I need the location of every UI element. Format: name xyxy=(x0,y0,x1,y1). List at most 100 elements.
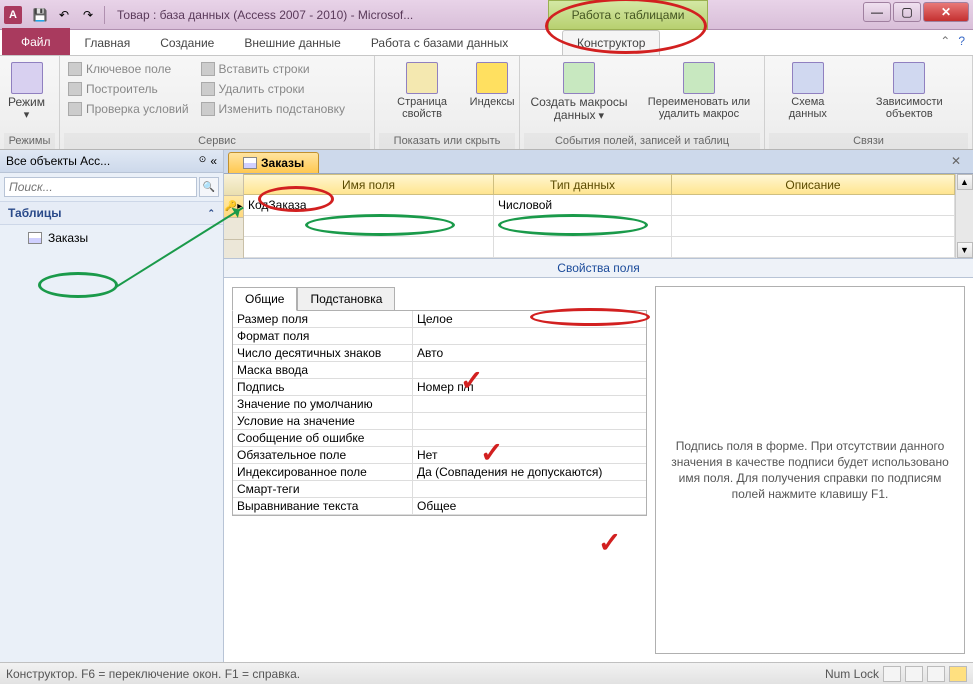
field-properties-header: Свойства поля xyxy=(224,258,973,278)
document-close-button[interactable]: ✕ xyxy=(951,154,965,168)
close-button[interactable]: ✕ xyxy=(923,2,969,22)
property-row[interactable]: Маска ввода xyxy=(233,362,646,379)
group-label-events: События полей, записей и таблиц xyxy=(524,133,760,149)
document-tab-orders[interactable]: Заказы xyxy=(228,152,319,173)
qat-redo-icon[interactable]: ↷ xyxy=(78,5,98,25)
maximize-button[interactable]: ▢ xyxy=(893,2,921,22)
property-row[interactable]: Размер поляЦелое xyxy=(233,311,646,328)
property-sheet-button[interactable]: Страница свойств xyxy=(379,60,465,122)
insert-rows-button[interactable]: Вставить строки xyxy=(197,60,349,78)
scroll-up-button[interactable]: ▲ xyxy=(957,174,973,190)
nav-header[interactable]: Все объекты Acc... ⊙ « xyxy=(0,150,223,173)
property-value[interactable]: Общее xyxy=(413,498,646,514)
column-header-type[interactable]: Тип данных xyxy=(494,174,672,195)
vertical-scrollbar[interactable]: ▲ ▼ xyxy=(955,174,973,258)
field-type-cell[interactable] xyxy=(494,216,672,237)
indexes-button[interactable]: Индексы xyxy=(469,60,515,110)
property-value[interactable] xyxy=(413,362,646,378)
nav-item-orders[interactable]: Заказы xyxy=(0,225,223,251)
property-row[interactable]: Условие на значение xyxy=(233,413,646,430)
tab-file[interactable]: Файл xyxy=(2,28,70,55)
tab-create[interactable]: Создание xyxy=(145,30,229,55)
nav-dropdown-icon[interactable]: ⊙ xyxy=(199,154,207,168)
tab-database-tools[interactable]: Работа с базами данных xyxy=(356,30,523,55)
grid-view-icon xyxy=(11,62,43,94)
table-icon xyxy=(28,232,42,244)
create-data-macros-button[interactable]: Создать макросы данных ▾ xyxy=(524,60,634,124)
nav-collapse-icon[interactable]: « xyxy=(210,154,217,168)
field-desc-cell[interactable] xyxy=(672,237,955,258)
builder-button[interactable]: Построитель xyxy=(64,80,193,98)
property-row[interactable]: Выравнивание текстаОбщее xyxy=(233,498,646,515)
scroll-down-button[interactable]: ▼ xyxy=(957,242,973,258)
row-selector[interactable]: 🔑▸ xyxy=(224,196,243,218)
navigation-pane: Все объекты Acc... ⊙ « 🔍 Таблицы ⌃ Заказ… xyxy=(0,150,224,662)
property-row[interactable]: Число десятичных знаковАвто xyxy=(233,345,646,362)
delete-rows-button[interactable]: Удалить строки xyxy=(197,80,349,98)
nav-search-input[interactable] xyxy=(4,177,197,197)
row-selector[interactable] xyxy=(224,218,243,240)
view-pivot-icon[interactable] xyxy=(905,666,923,682)
column-header-desc[interactable]: Описание xyxy=(672,174,955,195)
property-value[interactable]: Да (Совпадения не допускаются) xyxy=(413,464,646,480)
ribbon-minimize-icon[interactable]: ⌃ xyxy=(940,34,950,48)
property-value[interactable] xyxy=(413,413,646,429)
property-name: Маска ввода xyxy=(233,362,413,378)
property-value[interactable] xyxy=(413,430,646,446)
property-row[interactable]: ПодписьНомер п/п xyxy=(233,379,646,396)
qat-save-icon[interactable]: 💾 xyxy=(30,5,50,25)
tab-design[interactable]: Конструктор xyxy=(562,30,660,55)
property-value[interactable]: Целое xyxy=(413,311,646,327)
view-mode-button[interactable]: Режим▾ xyxy=(4,60,49,123)
property-name: Индексированное поле xyxy=(233,464,413,480)
property-value[interactable]: Номер п/п xyxy=(413,379,646,395)
relationships-button[interactable]: Схема данных xyxy=(769,60,847,122)
property-row[interactable]: Сообщение об ошибке xyxy=(233,430,646,447)
primary-key-button[interactable]: Ключевое поле xyxy=(64,60,193,78)
property-grid: Размер поляЦелоеФормат поляЧисло десятич… xyxy=(232,310,647,516)
property-row[interactable]: Смарт-теги xyxy=(233,481,646,498)
view-design-icon[interactable] xyxy=(949,666,967,682)
property-row[interactable]: Формат поля xyxy=(233,328,646,345)
test-rules-button[interactable]: Проверка условий xyxy=(64,100,193,118)
column-header-name[interactable]: Имя поля xyxy=(244,174,494,195)
field-name-cell[interactable] xyxy=(244,237,494,258)
prop-tab-lookup[interactable]: Подстановка xyxy=(297,287,395,311)
field-desc-cell[interactable] xyxy=(672,216,955,237)
field-type-cell[interactable] xyxy=(494,237,672,258)
field-desc-cell[interactable] xyxy=(672,195,955,216)
property-value[interactable] xyxy=(413,328,646,344)
table-design-area: Заказы ✕ 🔑▸ Имя поля Тип данных Описание xyxy=(224,150,973,662)
property-name: Число десятичных знаков xyxy=(233,345,413,361)
property-row[interactable]: Индексированное полеДа (Совпадения не до… xyxy=(233,464,646,481)
rename-delete-macro-button[interactable]: Переименовать или удалить макрос xyxy=(638,60,760,122)
field-name-cell[interactable]: КодЗаказа xyxy=(244,195,494,216)
group-label-relations: Связи xyxy=(769,133,968,149)
property-value[interactable] xyxy=(413,481,646,497)
qat-undo-icon[interactable]: ↶ xyxy=(54,5,74,25)
property-row[interactable]: Значение по умолчанию xyxy=(233,396,646,413)
key-icon xyxy=(68,62,82,76)
view-chart-icon[interactable] xyxy=(927,666,945,682)
tab-home[interactable]: Главная xyxy=(70,30,146,55)
app-icon: A xyxy=(4,6,22,24)
field-type-cell[interactable]: Числовой xyxy=(494,195,672,216)
object-deps-button[interactable]: Зависимости объектов xyxy=(851,60,968,122)
nav-group-tables[interactable]: Таблицы ⌃ xyxy=(0,201,223,225)
modify-lookups-button[interactable]: Изменить подстановку xyxy=(197,100,349,118)
nav-search-button[interactable]: 🔍 xyxy=(199,177,219,197)
property-value[interactable]: Нет xyxy=(413,447,646,463)
tab-external[interactable]: Внешние данные xyxy=(229,30,356,55)
view-datasheet-icon[interactable] xyxy=(883,666,901,682)
check-icon xyxy=(68,102,82,116)
row-selector-header[interactable] xyxy=(224,174,243,196)
help-icon[interactable]: ? xyxy=(958,34,965,48)
group-label-showhide: Показать или скрыть xyxy=(379,133,515,149)
prop-tab-general[interactable]: Общие xyxy=(232,287,297,311)
table-icon xyxy=(243,157,257,169)
property-row[interactable]: Обязательное полеНет xyxy=(233,447,646,464)
field-name-cell[interactable] xyxy=(244,216,494,237)
property-value[interactable]: Авто xyxy=(413,345,646,361)
minimize-button[interactable]: — xyxy=(863,2,891,22)
property-value[interactable] xyxy=(413,396,646,412)
